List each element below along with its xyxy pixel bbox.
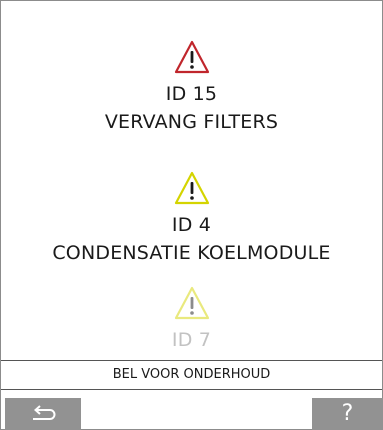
warning-icon — [174, 171, 209, 205]
alarm-message: VERVANG FILTERS — [104, 111, 279, 133]
help-button[interactable]: ? — [312, 398, 383, 430]
warning-icon — [174, 286, 209, 320]
alarm-message: CONDENSATIE KOELMODULE — [52, 242, 331, 264]
return-arrow-icon — [33, 405, 56, 420]
alarm-item: ID 4 CONDENSATIE KOELMODULE — [0, 171, 383, 265]
divider — [1, 389, 382, 390]
alarm-id: ID 7 — [171, 329, 212, 351]
error-warning-icon — [174, 40, 209, 74]
alarm-id: ID 15 — [165, 83, 218, 105]
call-service-label: BEL VOOR ONDERHOUD — [112, 367, 271, 382]
alarm-item: ID 15 VERVANG FILTERS — [0, 40, 383, 134]
alarm-list[interactable]: ID 15 VERVANG FILTERS ID 4 CONDENSATIE K… — [0, 0, 383, 360]
alarm-id: ID 4 — [171, 214, 212, 236]
back-button[interactable] — [5, 398, 81, 430]
alarm-item: ID 7 — [0, 286, 383, 352]
